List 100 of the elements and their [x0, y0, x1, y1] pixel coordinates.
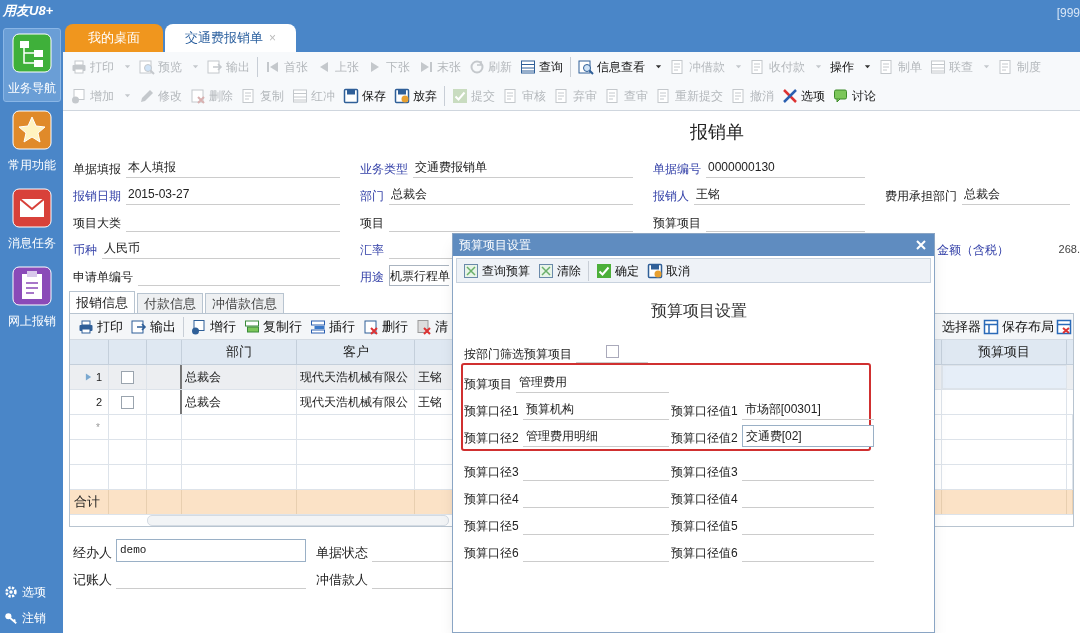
field-label: 申请单编号 — [73, 269, 133, 286]
checkbox[interactable] — [121, 370, 134, 384]
toolbar-button[interactable]: 讨论 — [829, 83, 880, 108]
field-label: 预算口径值3 — [671, 464, 738, 481]
checkbox[interactable] — [121, 395, 134, 409]
tab[interactable]: 交通费报销单 × — [165, 24, 296, 52]
key-icon — [4, 611, 18, 625]
sidebar-link[interactable]: 选项 — [4, 583, 46, 601]
toolbar-button[interactable]: 信息查看 — [574, 54, 666, 79]
toolbar-button[interactable]: 保存布局 — [982, 314, 1055, 339]
toolbar-button[interactable]: 插行 — [306, 314, 359, 339]
export-icon — [207, 58, 223, 75]
pencil-icon — [139, 87, 155, 104]
toolbar-button[interactable]: 查询预算 — [459, 258, 534, 283]
field-label: 预算口径值5 — [671, 518, 738, 535]
app-logo: 用友U8+ — [2, 2, 55, 20]
close-button[interactable] — [914, 238, 928, 252]
toolbar-button[interactable]: 操作 — [826, 54, 875, 79]
field-label: 业务类型 — [360, 161, 408, 178]
delete-icon — [190, 87, 206, 104]
printer-icon — [71, 58, 87, 75]
table-cell: 现代天浩机械有限公 — [297, 365, 415, 389]
toolbar-button[interactable]: 清 — [412, 314, 452, 339]
document-icon — [750, 58, 766, 75]
field-label: 项目大类 — [73, 215, 121, 232]
column-header: 部门 — [226, 343, 252, 362]
field-label: 金额（含税） — [937, 242, 1009, 259]
toolbar-button[interactable]: 删行 — [359, 314, 412, 339]
field-label: 预算口径5 — [464, 518, 519, 535]
nav-item[interactable]: 消息任务 — [2, 184, 61, 258]
nav-item[interactable]: 常用功能 — [2, 106, 61, 180]
field-value: 管理费用明细 — [525, 427, 598, 445]
row-number: 2 — [95, 394, 102, 410]
nav-item[interactable]: 网上报销 — [2, 262, 61, 336]
toolbar-button[interactable]: 输出 — [127, 314, 180, 339]
total-label: 合计 — [74, 493, 100, 512]
tab[interactable]: 我的桌面 — [65, 24, 163, 52]
new-row-marker: * — [96, 420, 100, 435]
grid-icon — [538, 262, 554, 279]
toolbar-button[interactable]: 确定 — [592, 258, 643, 283]
input-field[interactable]: 交通费[02] — [741, 425, 874, 447]
nav-item[interactable]: 业务导航 — [2, 28, 61, 102]
toolbar-button[interactable]: 选项 — [778, 83, 829, 108]
row-pointer-icon — [84, 373, 92, 381]
floppy-icon — [394, 87, 410, 104]
table-cell: 总裁会 — [182, 390, 297, 414]
document-icon — [731, 87, 747, 104]
toolbar-button[interactable]: 增行 — [187, 314, 240, 339]
input-field[interactable]: demo — [116, 539, 306, 562]
field-label: 预算口径值2 — [671, 430, 738, 447]
check-icon — [596, 262, 612, 279]
printer-icon — [78, 318, 94, 335]
field-value: 2015-03-27 — [128, 186, 190, 203]
clear-icon — [416, 318, 432, 335]
field-label: 报销日期 — [73, 188, 121, 205]
chat-icon — [833, 87, 849, 104]
envelope-icon — [11, 188, 52, 228]
column-header: 预算项目 — [978, 343, 1030, 362]
field-label: 单据填报 — [73, 161, 121, 178]
toolbar-button[interactable]: 保存 — [339, 83, 390, 108]
document-icon — [670, 58, 686, 75]
field-label: 按部门筛选预算项目 — [464, 346, 572, 363]
table-icon — [930, 58, 946, 75]
row-number: 1 — [95, 369, 102, 385]
folder-tree-icon — [11, 33, 52, 73]
field-label: 报销人 — [653, 188, 689, 205]
document-icon — [879, 58, 895, 75]
form-title: 报销单 — [688, 120, 745, 144]
floppy-icon — [343, 87, 359, 104]
toolbar-button[interactable]: 打印 — [74, 314, 127, 339]
add-icon — [191, 318, 207, 335]
field-label: 单据状态 — [316, 543, 368, 562]
refresh-icon — [469, 58, 485, 75]
toolbar-button[interactable]: 查询 — [516, 54, 567, 79]
tab[interactable]: 付款信息 — [137, 293, 203, 313]
toolbar-button[interactable]: 复制行 — [240, 314, 306, 339]
check-icon — [452, 87, 468, 104]
close-tab-button[interactable]: × — [269, 29, 276, 47]
toolbar-button[interactable]: 取消 — [643, 258, 694, 283]
toolbar-button[interactable]: 放弃 — [390, 83, 441, 108]
document-icon — [503, 87, 519, 104]
field-value: 交通费报销单 — [415, 159, 487, 176]
tab[interactable]: 冲借款信息 — [205, 293, 284, 313]
checkbox[interactable] — [605, 345, 619, 358]
tab[interactable]: 报销信息 — [69, 291, 135, 313]
table-icon — [292, 87, 308, 104]
table-cell: 现代天浩机械有限公 — [297, 390, 415, 414]
horizontal-scrollbar[interactable] — [147, 515, 449, 526]
toolbar-button[interactable]: 选择器 — [941, 314, 982, 339]
sidebar-link[interactable]: 注销 — [4, 609, 46, 627]
document-icon — [998, 58, 1014, 75]
floppy-icon — [647, 262, 663, 279]
field-label: 费用承担部门 — [885, 188, 957, 205]
field-label: 汇率 — [360, 242, 384, 259]
input-field[interactable]: 机票行程单 — [389, 265, 449, 286]
field-label: 记账人 — [73, 570, 112, 589]
document-icon — [656, 87, 672, 104]
grid-icon — [463, 262, 479, 279]
toolbar-button[interactable]: 清除 — [534, 258, 585, 283]
document-icon — [241, 87, 257, 104]
